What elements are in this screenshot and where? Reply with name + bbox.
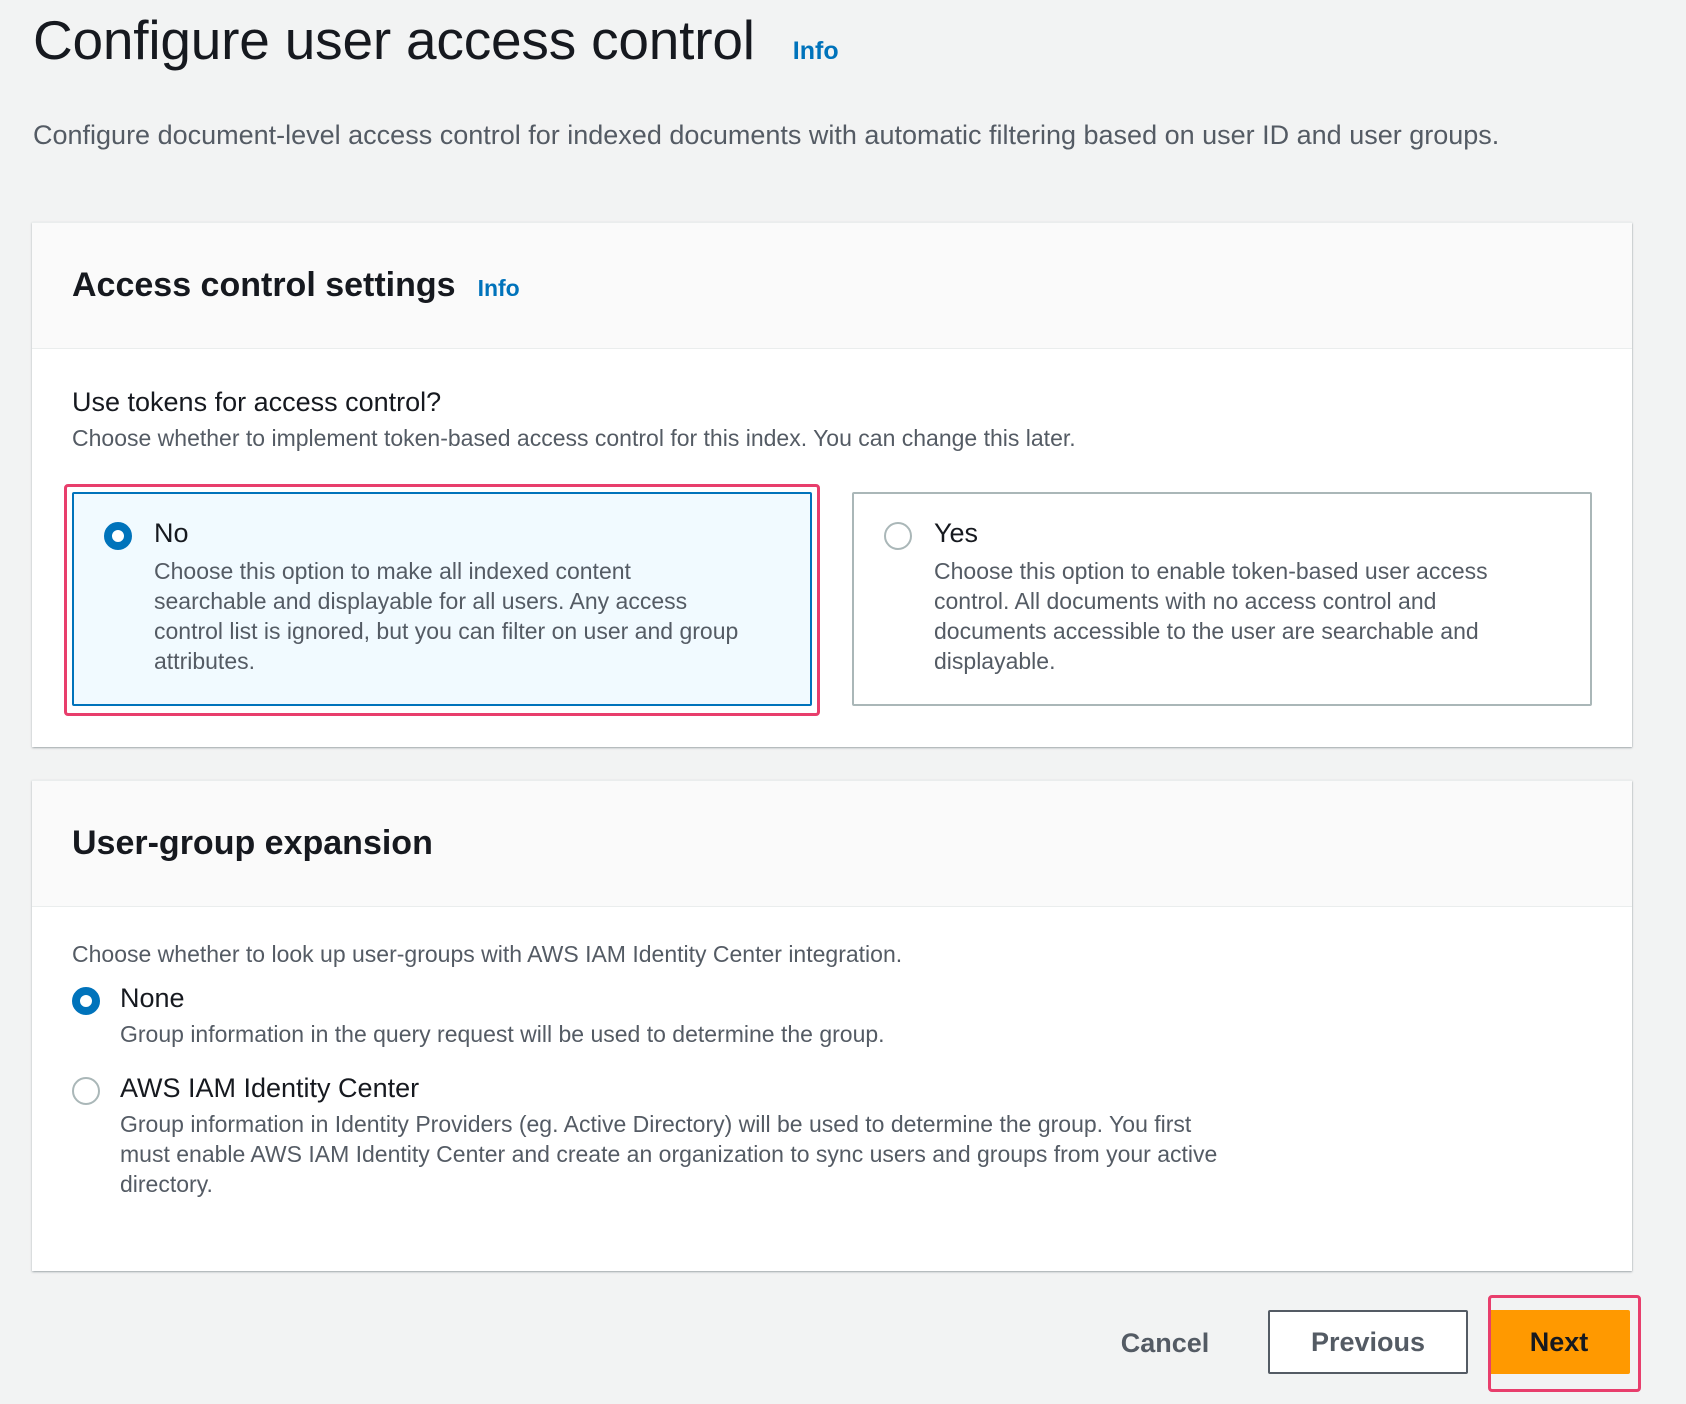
tokens-option-no-description: Choose this option to make all indexed c… (154, 558, 739, 674)
radio-yes-unchecked-icon[interactable] (884, 522, 912, 550)
user-group-expansion-title: User-group expansion (72, 824, 433, 862)
expansion-option-none-description: Group information in the query request w… (120, 1021, 885, 1047)
user-group-expansion-header: User-group expansion (32, 781, 1632, 907)
previous-button[interactable]: Previous (1268, 1310, 1468, 1374)
expansion-option-iam-description: Group information in Identity Providers … (120, 1111, 1218, 1197)
radio-no-checked-icon[interactable] (104, 522, 132, 550)
page-header: Configure user access control Info (33, 8, 839, 72)
tokens-option-yes-label: Yes (934, 518, 979, 548)
radio-iam-unchecked-icon[interactable] (72, 1077, 100, 1105)
tokens-field-description: Choose whether to implement token-based … (72, 425, 1076, 451)
expansion-option-none-label: None (120, 983, 185, 1013)
tokens-option-no-tile[interactable]: No Choose this option to make all indexe… (72, 492, 812, 706)
radio-none-checked-icon[interactable] (72, 987, 100, 1015)
user-group-expansion-panel: User-group expansion Choose whether to l… (32, 780, 1632, 1271)
page-description: Configure document-level access control … (33, 120, 1500, 150)
access-control-info-link[interactable]: Info (478, 275, 520, 302)
cancel-button[interactable]: Cancel (1100, 1312, 1230, 1374)
next-button[interactable]: Next (1488, 1310, 1630, 1374)
page-info-link[interactable]: Info (793, 37, 839, 66)
expansion-option-iam-label: AWS IAM Identity Center (120, 1073, 420, 1103)
tokens-option-yes-description: Choose this option to enable token-based… (934, 558, 1488, 674)
page-title: Configure user access control (33, 9, 755, 71)
tokens-option-no-label: No (154, 518, 189, 548)
access-control-title: Access control settings (72, 266, 456, 304)
access-control-header: Access control settings Info (32, 223, 1632, 349)
user-group-expansion-description: Choose whether to look up user-groups wi… (72, 941, 903, 967)
tokens-option-yes-tile[interactable]: Yes Choose this option to enable token-b… (852, 492, 1592, 706)
tokens-field-label: Use tokens for access control? (72, 387, 442, 417)
